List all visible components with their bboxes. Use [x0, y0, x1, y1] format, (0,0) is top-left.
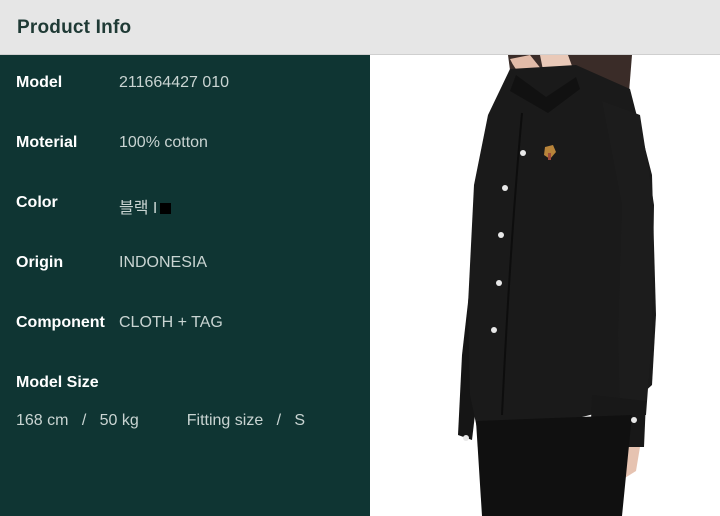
page-title: Product Info: [17, 17, 132, 38]
spec-value-wrap: 블랙 I: [119, 194, 172, 218]
color-swatch: [160, 203, 172, 214]
spec-value: CLOTH + TAG: [119, 314, 223, 331]
spec-value: 211664427 010: [119, 74, 230, 91]
product-info-header: Product Info: [0, 0, 720, 55]
model-wearing-shirt-image: [458, 55, 656, 516]
spec-value: 블랙 I: [119, 200, 158, 217]
spec-value: INDONESIA: [119, 254, 208, 271]
spec-value: 100% cotton: [119, 134, 208, 151]
spec-label: Origin: [16, 254, 64, 271]
model-size-line: 168 cm / 50 kg Fitting size / S: [16, 412, 305, 430]
size-separator: /: [276, 412, 282, 429]
model-height: 168 cm: [16, 412, 69, 429]
spec-label: Color: [16, 194, 58, 211]
model-weight: 50 kg: [99, 412, 139, 429]
size-separator: /: [81, 412, 87, 429]
spec-label: Model: [16, 74, 63, 91]
fitting-size-label: Fitting size: [186, 412, 264, 429]
product-spec-panel: Model 211664427 010 Moterial 100% cotton…: [0, 55, 370, 516]
fitting-size-value: S: [294, 412, 306, 429]
spec-label: Component: [16, 314, 105, 331]
model-size-label: Model Size: [16, 374, 99, 391]
spec-label: Moterial: [16, 134, 78, 151]
product-photo: [370, 55, 720, 516]
